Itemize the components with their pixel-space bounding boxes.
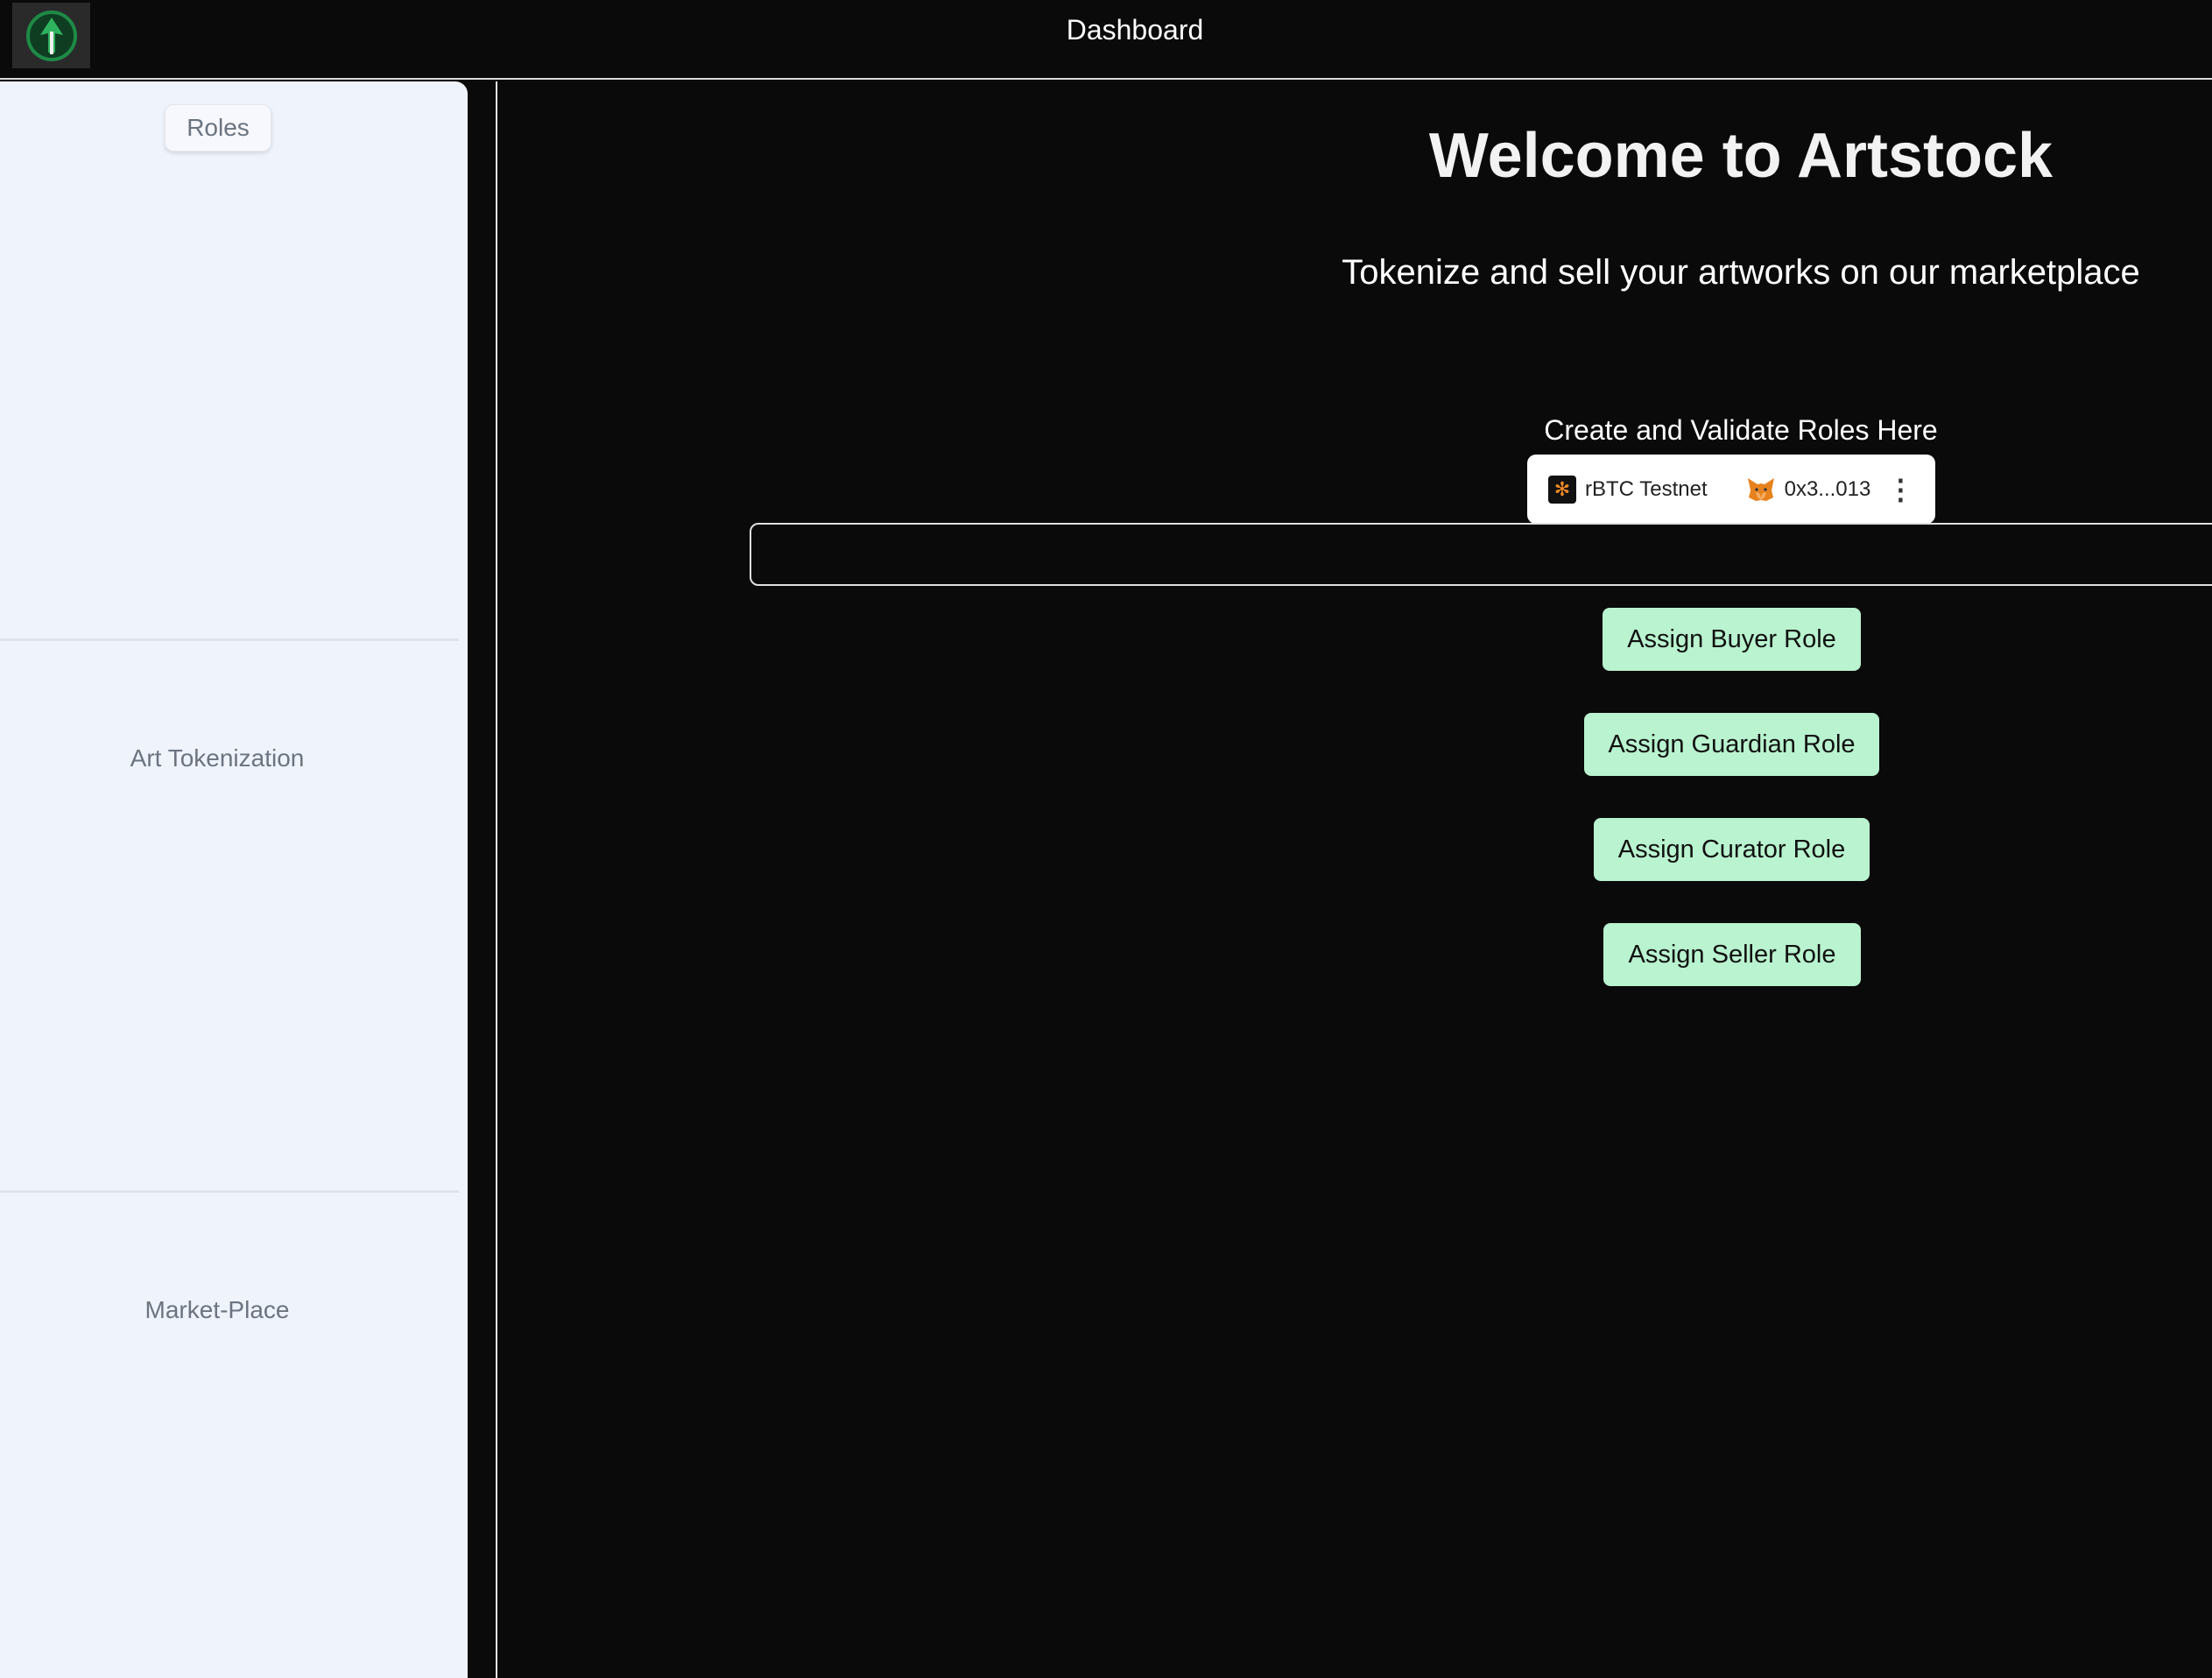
account-address: 0x3...013: [1784, 476, 1871, 501]
assign-seller-role-button[interactable]: Assign Seller Role: [1603, 923, 1861, 986]
top-bar: Dashboard: [0, 0, 2212, 80]
sidebar-section-art-tokenization: Art Tokenization: [0, 638, 459, 1190]
sidebar-section-market-place: Market-Place: [0, 1190, 459, 1678]
metamask-fox-icon: [1746, 476, 1776, 503]
page-title: Dashboard: [1066, 14, 1204, 46]
sidebar-section-roles: Roles: [0, 81, 459, 638]
sidebar-item-roles[interactable]: Roles: [165, 104, 271, 152]
wallet-connect-widget[interactable]: ✻ rBTC Testnet 0x3...013 ⋮: [1527, 455, 1935, 524]
assign-curator-role-button[interactable]: Assign Curator Role: [1594, 818, 1870, 881]
sidebar: Roles Art Tokenization Market-Place: [0, 81, 468, 1678]
sidebar-item-art-tokenization[interactable]: Art Tokenization: [0, 744, 434, 772]
roles-section-label: Create and Validate Roles Here: [1544, 414, 1938, 446]
assign-guardian-role-button[interactable]: Assign Guardian Role: [1584, 713, 1879, 776]
address-input[interactable]: [750, 523, 2212, 586]
network-name: rBTC Testnet: [1585, 476, 1708, 501]
welcome-subtitle: Tokenize and sell your artworks on our m…: [1342, 253, 2140, 292]
rootstock-icon: ✻: [1548, 475, 1576, 504]
sidebar-item-market-place[interactable]: Market-Place: [0, 1296, 434, 1324]
assign-buyer-role-button[interactable]: Assign Buyer Role: [1603, 608, 1861, 671]
welcome-heading: Welcome to Artstock: [1428, 121, 2053, 191]
main-panel: Welcome to Artstock Tokenize and sell yo…: [496, 81, 2212, 1678]
more-vertical-icon[interactable]: ⋮: [1886, 476, 1914, 504]
